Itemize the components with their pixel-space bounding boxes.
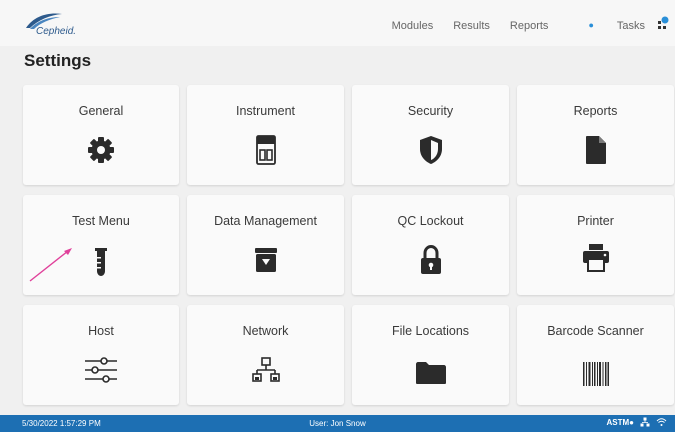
tile-label: Test Menu — [72, 214, 130, 228]
connection-dot-icon: ● — [629, 417, 634, 427]
barcode-icon — [582, 362, 609, 386]
tile-file-locations[interactable]: File Locations — [352, 305, 509, 405]
tile-qc-lockout[interactable]: QC Lockout — [352, 195, 509, 295]
user-menu-icon[interactable] — [657, 16, 669, 36]
tile-host[interactable]: Host — [23, 305, 179, 405]
page-title: Settings — [24, 51, 92, 70]
nav-tasks-label: Tasks — [616, 20, 645, 32]
nav-reports[interactable]: Reports — [510, 20, 549, 32]
tile-printer[interactable]: Printer — [517, 195, 674, 295]
status-user: User: Jon Snow — [309, 419, 366, 428]
tile-label: File Locations — [391, 324, 470, 338]
tile-barcode-scanner[interactable]: Barcode Scanner — [517, 305, 674, 405]
status-protocol-label: ASTM — [606, 417, 630, 427]
tile-label: Security — [407, 104, 454, 118]
tile-data-management[interactable]: Data Management — [187, 195, 344, 295]
folder-icon — [415, 362, 446, 384]
archive-icon — [254, 248, 277, 272]
lock-icon — [420, 245, 441, 274]
nav-modules[interactable]: Modules — [392, 20, 434, 32]
settings-grid: General Instrument Security Reports Test… — [23, 85, 674, 405]
tile-label: Printer — [577, 214, 614, 228]
shield-icon — [419, 136, 442, 164]
status-protocol: ASTM● — [606, 418, 634, 427]
nav-tasks[interactable]: ● Tasks — [568, 20, 645, 32]
cepheid-logo: Cepheid. — [24, 12, 114, 38]
nav-results[interactable]: Results — [453, 20, 490, 32]
gear-icon — [88, 137, 114, 163]
status-bar: 5/30/2022 1:57:29 PM User: Jon Snow ASTM… — [0, 415, 675, 432]
tile-reports[interactable]: Reports — [517, 85, 674, 185]
tasks-indicator-dot: ● — [588, 20, 594, 30]
tile-label: General — [78, 104, 124, 118]
tile-network[interactable]: Network — [187, 305, 344, 405]
test-tube-icon — [95, 248, 107, 276]
tile-label: Data Management — [214, 214, 317, 228]
wifi-icon — [656, 418, 667, 426]
tile-label: Network — [242, 324, 289, 338]
status-indicators: ASTM● — [606, 417, 667, 427]
network-status-icon — [640, 417, 650, 427]
tile-label: QC Lockout — [397, 214, 464, 228]
main-nav: Modules Results Reports ● Tasks — [372, 20, 645, 32]
tile-security[interactable]: Security — [352, 85, 509, 185]
tile-instrument[interactable]: Instrument — [187, 85, 344, 185]
instrument-icon — [255, 135, 276, 165]
document-icon — [585, 136, 606, 164]
printer-icon — [582, 244, 609, 272]
tile-general[interactable]: General — [23, 85, 179, 185]
logo-text: Cepheid. — [36, 26, 77, 37]
annotation-arrow-icon — [29, 248, 72, 282]
tile-label: Barcode Scanner — [547, 324, 644, 338]
sliders-icon — [85, 357, 117, 383]
tile-label: Instrument — [235, 104, 296, 118]
tile-label: Host — [88, 324, 114, 338]
top-bar: Cepheid. Modules Results Reports ● Tasks — [0, 0, 675, 46]
network-icon — [251, 357, 280, 382]
tile-label: Reports — [573, 104, 618, 118]
